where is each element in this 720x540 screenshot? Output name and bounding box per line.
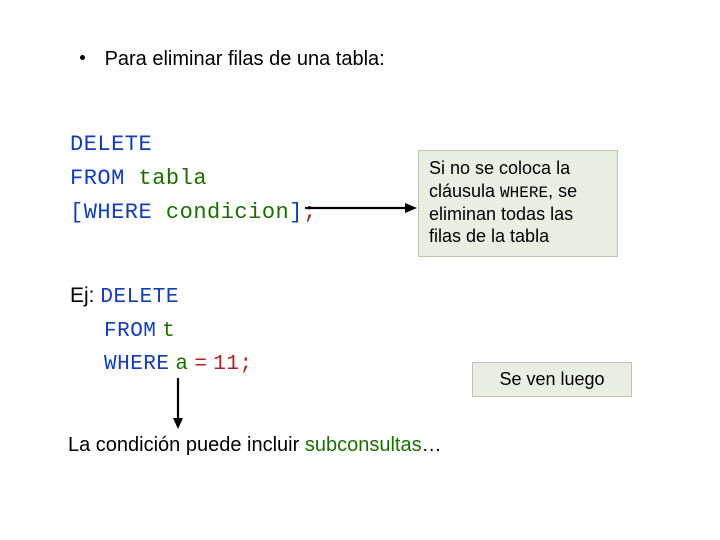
- from-keyword: FROM: [70, 166, 125, 191]
- ej-label: Ej:: [70, 284, 95, 307]
- bottom-sentence: La condición puede incluir subconsultas…: [68, 434, 442, 457]
- ex-t-identifier: t: [162, 320, 175, 343]
- example-block: Ej: DELETE FROM t WHERE a = 11;: [70, 280, 253, 381]
- where-open-keyword: [WHERE: [70, 200, 152, 225]
- arrow-down-icon: [171, 378, 185, 430]
- bullet-dot-icon: [80, 55, 85, 60]
- ex-from-keyword: FROM: [104, 320, 156, 343]
- ex-semicolon: ;: [239, 353, 252, 376]
- note1-where-mono: WHERE: [500, 184, 548, 202]
- bullet-text: Para eliminar filas de una tabla:: [105, 48, 385, 70]
- condition-identifier: condicion: [166, 200, 289, 225]
- bullet-line: Para eliminar filas de una tabla:: [80, 48, 385, 71]
- ex-a-identifier: a: [175, 353, 188, 376]
- note-box-subqueries: Se ven luego: [472, 362, 632, 397]
- bottom-subq: subconsultas: [305, 434, 422, 456]
- ex-where-keyword: WHERE: [104, 353, 170, 376]
- example-line-1: Ej: DELETE: [70, 280, 253, 314]
- syntax-block: DELETE FROM tabla [WHERE condicion];: [70, 128, 317, 230]
- bottom-suffix: …: [422, 434, 442, 456]
- delete-keyword: DELETE: [70, 132, 152, 157]
- example-line-3: WHERE a = 11;: [70, 347, 253, 381]
- syntax-line-2: FROM tabla: [70, 162, 317, 196]
- table-identifier: tabla: [139, 166, 208, 191]
- bottom-prefix: La condición puede incluir: [68, 434, 305, 456]
- syntax-line-3: [WHERE condicion];: [70, 196, 317, 230]
- arrow-right-icon: [305, 202, 420, 214]
- example-line-2: FROM t: [70, 314, 253, 348]
- note2-text: Se ven luego: [499, 369, 604, 389]
- close-bracket: ]: [289, 200, 303, 225]
- syntax-line-1: DELETE: [70, 128, 317, 162]
- note-box-where: Si no se coloca la cláusula WHERE, se el…: [418, 150, 618, 257]
- ex-eleven: 11: [213, 353, 239, 376]
- ex-equals: =: [194, 353, 207, 376]
- slide: Para eliminar filas de una tabla: DELETE…: [0, 0, 720, 540]
- ex-delete-keyword: DELETE: [100, 286, 179, 309]
